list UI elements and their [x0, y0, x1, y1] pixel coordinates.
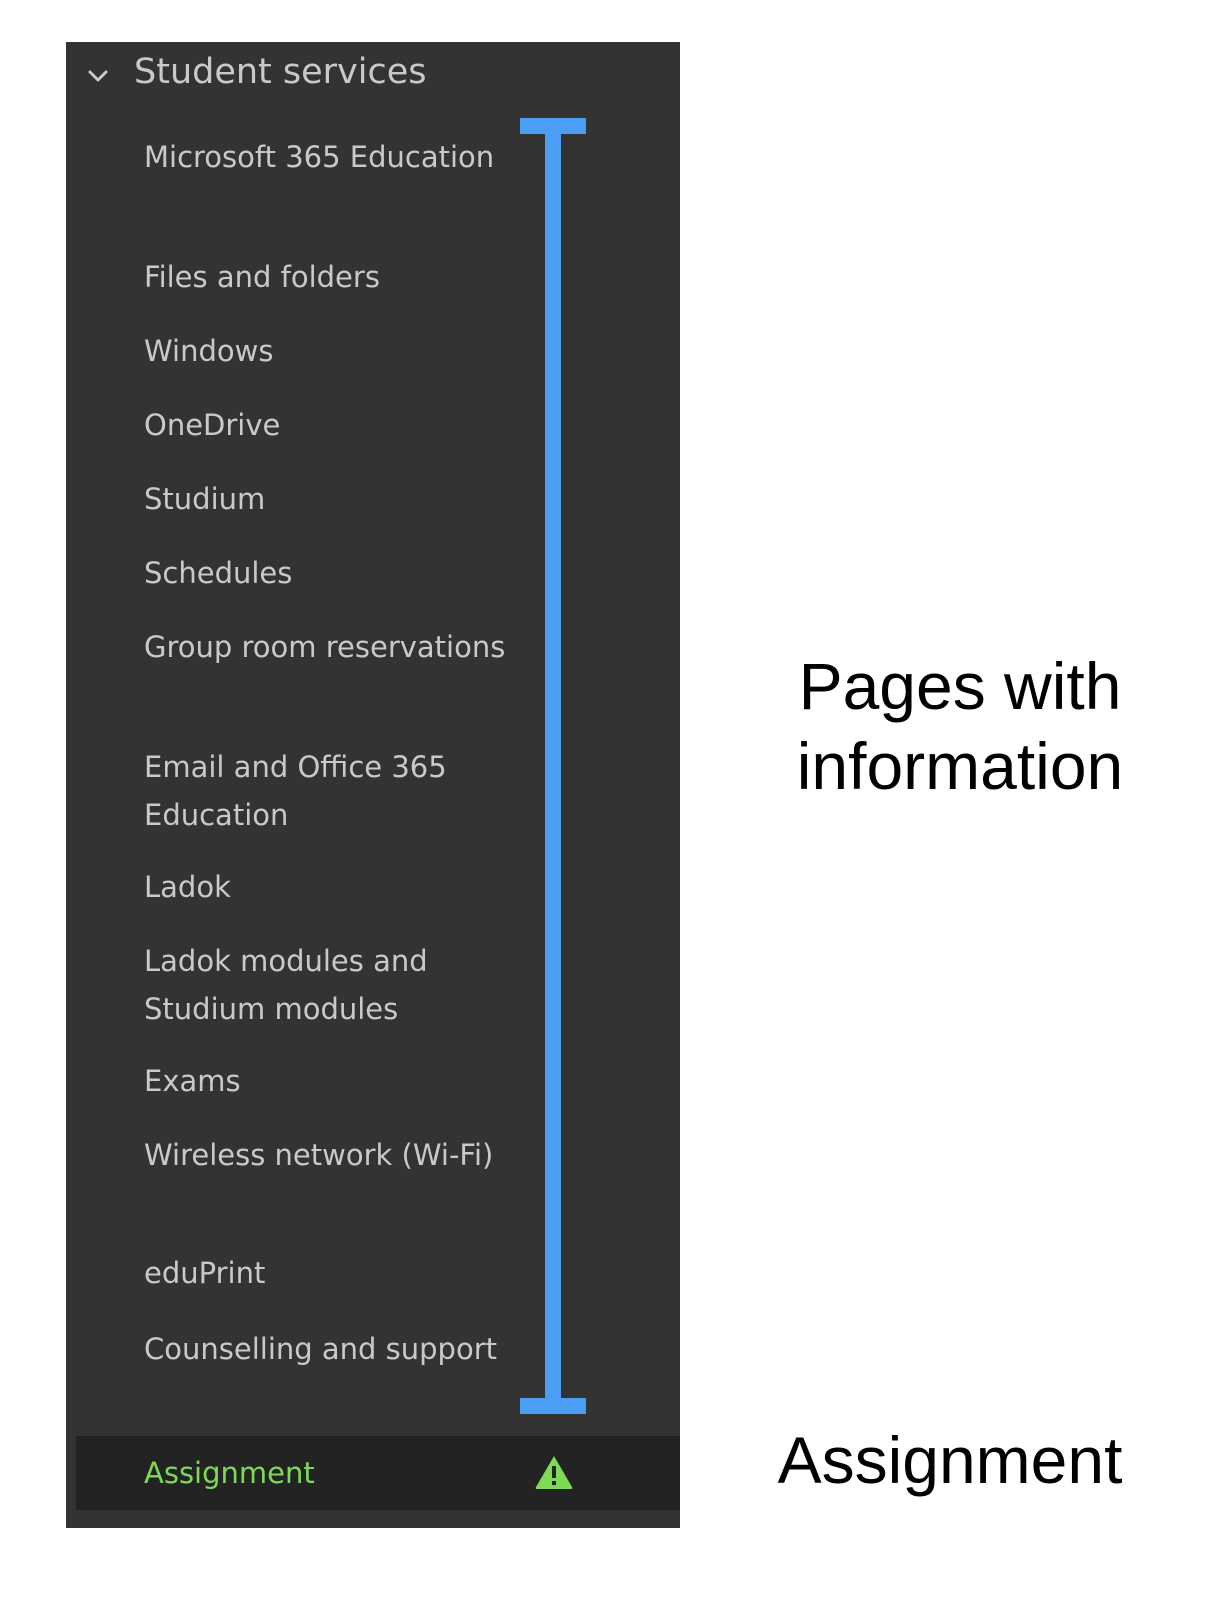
warning-icon	[535, 1456, 573, 1489]
sidebar-item-exams[interactable]: Exams	[144, 1057, 524, 1105]
sidebar-item-microsoft-365-education[interactable]: Microsoft 365 Education	[144, 133, 524, 181]
sidebar-item-onedrive[interactable]: OneDrive	[144, 401, 524, 449]
sidebar-item-assignment[interactable]: Assignment	[76, 1436, 680, 1510]
sidebar-item-schedules[interactable]: Schedules	[144, 549, 524, 597]
section-title: Student services	[134, 52, 427, 92]
sidebar-item-group-room-reservations[interactable]: Group room reservations	[144, 623, 524, 671]
assignment-annotation: Assignment	[777, 1423, 1123, 1497]
pages-bracket	[520, 118, 586, 1414]
chevron-down-icon	[88, 70, 108, 82]
student-services-sidebar: Student services Microsoft 365 Education…	[66, 42, 680, 1528]
sidebar-item-windows[interactable]: Windows	[144, 327, 524, 375]
student-services-section-header[interactable]: Student services	[66, 42, 680, 104]
sidebar-item-assignment-label: Assignment	[144, 1456, 315, 1490]
sidebar-item-ladok[interactable]: Ladok	[144, 863, 524, 911]
sidebar-item-eduprint[interactable]: eduPrint	[144, 1249, 524, 1297]
sidebar-item-counselling-and-support[interactable]: Counselling and support	[144, 1325, 524, 1373]
sidebar-item-files-and-folders[interactable]: Files and folders	[144, 253, 524, 301]
sidebar-item-email-and-office-365-education[interactable]: Email and Office 365 Education	[144, 743, 524, 839]
sidebar-item-ladok-modules-and-studium-modules[interactable]: Ladok modules and Studium modules	[144, 937, 524, 1033]
pages-with-information-annotation: Pages with information	[796, 649, 1124, 803]
sidebar-item-studium[interactable]: Studium	[144, 475, 524, 523]
sidebar-item-wireless-network[interactable]: Wireless network (Wi-Fi)	[144, 1131, 524, 1179]
